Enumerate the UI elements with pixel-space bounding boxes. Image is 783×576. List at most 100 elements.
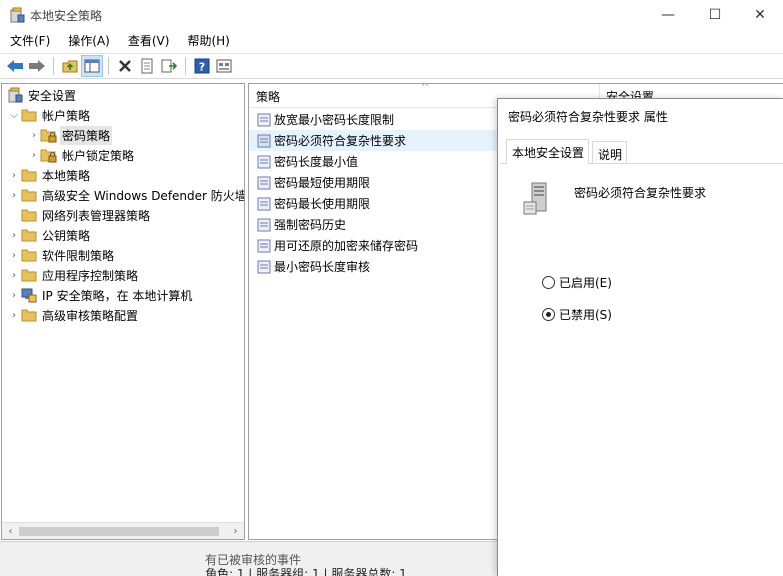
help-icon: ? [194,58,210,74]
tree-item-label: 高级审核策略配置 [42,308,139,323]
tree-item-public-key-policy[interactable]: › 公钥策略 [8,225,92,245]
chevron-right-icon[interactable]: › [8,270,20,281]
maximize-icon: ☐ [708,7,722,23]
list-item-label: 密码必须符合复杂性要求 [274,134,407,148]
toolbar: ? [0,53,783,79]
horizontal-scrollbar[interactable]: ‹ › [2,522,244,539]
view-button[interactable] [213,55,235,77]
folder-lock-icon [40,127,58,143]
status-line-2: 角色: 1 | 服务器组: 1 | 服务器总数: 1 [205,567,407,576]
policy-item-icon [257,218,271,231]
chevron-right-icon[interactable]: › [8,230,20,241]
list-item-label: 用可还原的加密来储存密码 [274,239,419,253]
scroll-right-icon[interactable]: › [227,523,244,539]
tab-panel: 密码必须符合复杂性要求 已启用(E) 已禁用(S) [500,163,783,576]
list-item[interactable]: 用可还原的加密来储存密码 [249,235,499,256]
tree-item-firewall[interactable]: › 高级安全 Windows Defender 防火墙 [8,185,244,205]
tree-item-security-settings[interactable]: 安全设置 [6,85,78,105]
tab-local-security-setting[interactable]: 本地安全设置 [506,139,590,164]
minimize-button[interactable]: — [645,0,691,30]
folder-icon [20,267,38,283]
chevron-right-icon[interactable]: › [8,250,20,261]
list-item[interactable]: 密码最长使用期限 [249,193,499,214]
delete-icon [119,60,131,72]
policy-item-icon [257,155,271,168]
tree-item-label: 网络列表管理器策略 [42,208,151,223]
tree-item-ip-security[interactable]: › IP 安全策略，在 本地计算机 [8,285,194,305]
back-arrow-icon [7,60,23,72]
view-icon [216,59,232,73]
tree-pane: 安全设置 ⌵ 帐户策略 › 密码策略 › 帐户锁定策略 › 本地策略 › 高级安… [1,83,245,540]
menu-view[interactable]: 查看(V) [118,30,178,52]
radio-button-enabled[interactable] [542,276,555,289]
radio-disabled[interactable]: 已禁用(S) [542,306,612,323]
folder-icon [20,107,38,123]
export-list-button[interactable] [158,55,180,77]
tree-item-account-policy[interactable]: ⌵ 帐户策略 [8,105,92,125]
tree-item-label: 公钥策略 [42,228,91,243]
tree-item-label: IP 安全策略，在 本地计算机 [42,288,193,303]
tree-item-network-list-manager[interactable]: 网络列表管理器策略 [8,205,152,225]
tree-item-label: 本地策略 [42,168,91,183]
tree-item-local-policy[interactable]: › 本地策略 [8,165,92,185]
tree-item-account-lockout-policy[interactable]: › 帐户锁定策略 [28,145,136,165]
list-item[interactable]: 密码最短使用期限 [249,172,499,193]
help-button[interactable]: ? [191,55,213,77]
ip-security-icon [20,287,38,303]
list-item[interactable]: 最小密码长度审核 [249,256,499,277]
tree-item-label: 帐户锁定策略 [62,148,135,163]
tree-item-label: 软件限制策略 [42,248,115,263]
folder-lock-icon [40,147,58,163]
policy-header: 密码必须符合复杂性要求 [522,182,706,216]
chevron-right-icon[interactable]: › [8,170,20,181]
tab-explain[interactable]: 说明 [592,141,628,163]
list-item[interactable]: 密码必须符合复杂性要求 [249,130,499,151]
menu-file[interactable]: 文件(F) [0,30,58,52]
up-one-level-button[interactable] [59,55,81,77]
tree-item-application-control[interactable]: › 应用程序控制策略 [8,265,140,285]
radio-enabled[interactable]: 已启用(E) [542,274,612,291]
scrollbar-thumb[interactable] [19,527,219,536]
list-item-label: 强制密码历史 [274,218,347,232]
list-item-label: 密码最短使用期限 [274,176,371,190]
policy-item-icon [257,113,271,126]
back-button[interactable] [4,55,26,77]
chevron-right-icon[interactable]: › [28,150,40,161]
close-button[interactable]: ✕ [737,0,783,30]
folder-icon [20,227,38,243]
maximize-button[interactable]: ☐ [692,0,738,30]
chevron-right-icon[interactable]: › [8,190,20,201]
policy-item-icon [257,239,271,252]
chevron-right-icon[interactable]: › [28,130,40,141]
list-item-label: 最小密码长度审核 [274,260,371,274]
properties-button[interactable] [136,55,158,77]
list-item[interactable]: 强制密码历史 [249,214,499,235]
chevron-down-icon[interactable]: ⌵ [8,110,20,121]
policy-name: 密码必须符合复杂性要求 [574,186,707,200]
forward-button[interactable] [26,55,48,77]
toolbar-separator [53,57,54,75]
server-policy-icon [523,182,547,215]
list-item[interactable]: 放宽最小密码长度限制 [249,109,499,130]
chevron-right-icon[interactable]: › [8,310,20,321]
tree-item-password-policy[interactable]: › 密码策略 [28,125,113,145]
menu-action[interactable]: 操作(A) [58,30,118,52]
list-item[interactable]: 密码长度最小值 [249,151,499,172]
delete-button[interactable] [114,55,136,77]
dialog-title: 密码必须符合复杂性要求 属性 [508,110,668,124]
scroll-left-icon[interactable]: ‹ [2,523,19,539]
chevron-right-icon[interactable]: › [8,290,20,301]
policy-item-icon [257,134,271,147]
security-settings-icon [6,87,24,103]
column-header-policy[interactable]: 策略 [256,88,280,105]
tree-item-advanced-audit[interactable]: › 高级审核策略配置 [8,305,140,325]
tree-item-label: 安全设置 [28,88,77,103]
tree-item-software-restriction[interactable]: › 软件限制策略 [8,245,116,265]
sort-ascending-icon: ^ [421,83,430,93]
minimize-icon: — [661,7,675,23]
show-hide-tree-button[interactable] [81,55,103,77]
up-folder-icon [62,60,78,73]
policy-item-icon [257,260,271,273]
radio-button-disabled[interactable] [542,308,555,321]
menu-help[interactable]: 帮助(H) [177,30,237,52]
